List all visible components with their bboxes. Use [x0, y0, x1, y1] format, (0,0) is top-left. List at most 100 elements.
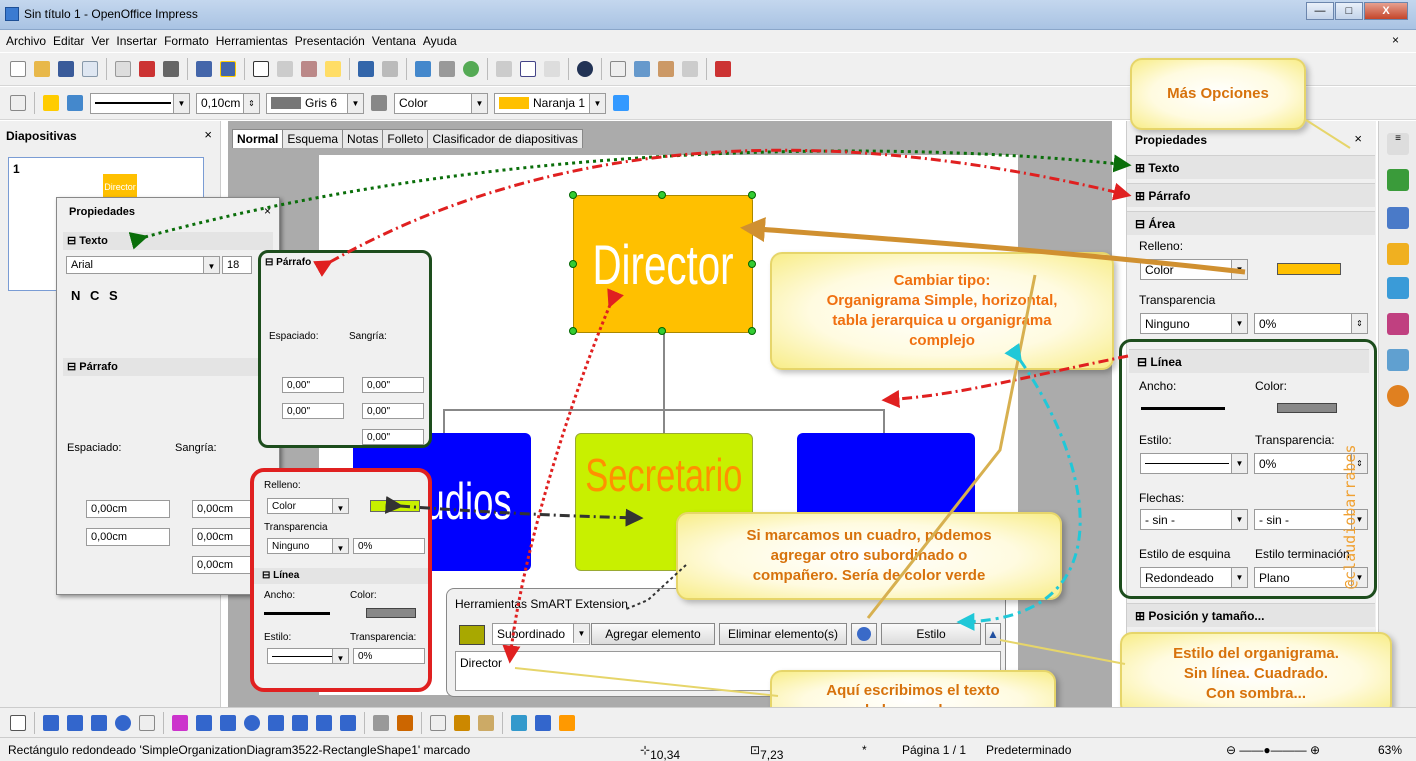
- arrow-start-select[interactable]: - sin - ▼: [1140, 509, 1248, 530]
- table-icon[interactable]: [439, 61, 455, 77]
- sidebar-menu-icon[interactable]: ≡: [1387, 133, 1409, 155]
- font-size-select[interactable]: 18: [222, 256, 252, 274]
- connector-icon[interactable]: [196, 715, 212, 731]
- corner-style-select[interactable]: Redondeado ▼: [1140, 567, 1248, 588]
- parrafo-sub-v2[interactable]: 0,00": [362, 377, 424, 393]
- line-style-select[interactable]: ▼: [90, 92, 190, 114]
- align-icon[interactable]: [535, 715, 551, 731]
- points-icon[interactable]: [373, 715, 389, 731]
- insert-image-icon[interactable]: [454, 715, 470, 731]
- line-style-combo[interactable]: ▼: [1140, 453, 1248, 474]
- block-arrows-icon[interactable]: [268, 715, 284, 731]
- callouts-icon[interactable]: [316, 715, 332, 731]
- line-width-preview[interactable]: [1141, 407, 1225, 410]
- new-document-icon[interactable]: [10, 61, 26, 77]
- line-icon[interactable]: [43, 95, 59, 111]
- line-width-input[interactable]: 0,10cm ⇕: [196, 92, 260, 114]
- area-icon[interactable]: [371, 95, 387, 111]
- cut-icon[interactable]: [253, 61, 269, 77]
- gallery-insert-icon[interactable]: [478, 715, 494, 731]
- close-document-icon[interactable]: ×: [1392, 33, 1399, 47]
- menu-insertar[interactable]: Insertar: [116, 34, 157, 48]
- arrange-icon[interactable]: [559, 715, 575, 731]
- master-pages-icon[interactable]: [1387, 207, 1409, 229]
- float-section-texto[interactable]: ⊟ Texto: [63, 232, 273, 250]
- slides-panel-close[interactable]: ×: [204, 127, 212, 142]
- properties-deck-icon[interactable]: [1387, 169, 1409, 191]
- menu-editar[interactable]: Editar: [53, 34, 84, 48]
- custom-animation-icon[interactable]: [1387, 243, 1409, 265]
- spellcheck-icon[interactable]: [196, 61, 212, 77]
- tab-normal[interactable]: Normal: [232, 129, 284, 148]
- text-tool-icon[interactable]: [139, 715, 155, 731]
- email-icon[interactable]: [82, 61, 98, 77]
- save-icon[interactable]: [58, 61, 74, 77]
- float-spacing-above[interactable]: 0,00cm: [86, 500, 170, 518]
- parrafo-sub-v5[interactable]: 0,00": [362, 429, 424, 445]
- export-pdf-icon[interactable]: [139, 61, 155, 77]
- layouts-icon[interactable]: [1387, 313, 1409, 335]
- line-tool-icon[interactable]: [43, 715, 59, 731]
- transparency-value[interactable]: 0% ⇕: [1254, 313, 1368, 334]
- gallery-icon[interactable]: [463, 61, 479, 77]
- stars-icon[interactable]: [340, 715, 356, 731]
- area-sub-transp-pct[interactable]: 0%: [353, 538, 425, 554]
- glue-points-icon[interactable]: [397, 715, 413, 731]
- smart-color-swatch[interactable]: [459, 625, 485, 645]
- paste-icon[interactable]: [301, 61, 317, 77]
- area-style-select[interactable]: Color ▼: [394, 92, 488, 114]
- float-section-parrafo[interactable]: ⊟ Párrafo: [63, 358, 273, 376]
- section-area[interactable]: ⊟ Área: [1127, 211, 1375, 235]
- float-panel-close[interactable]: ×: [264, 204, 271, 218]
- clone-format-icon[interactable]: [325, 61, 341, 77]
- tab-clasificador[interactable]: Clasificador de diapositivas: [427, 129, 583, 148]
- presentation-start-icon[interactable]: [715, 61, 731, 77]
- parrafo-sub-v3[interactable]: 0,00": [282, 403, 344, 419]
- redo-icon[interactable]: [382, 61, 398, 77]
- section-parrafo[interactable]: ⊞ Párrafo: [1127, 183, 1375, 207]
- rectangle-icon[interactable]: [91, 715, 107, 731]
- curve-icon[interactable]: [172, 715, 188, 731]
- tab-notas[interactable]: Notas: [342, 129, 384, 148]
- gallery-deck-icon[interactable]: [1387, 349, 1409, 371]
- print-icon[interactable]: [163, 61, 179, 77]
- properties-close[interactable]: ×: [1354, 131, 1362, 146]
- fontwork-icon[interactable]: [430, 715, 446, 731]
- slide-design-icon[interactable]: [634, 61, 650, 77]
- section-posicion[interactable]: ⊞ Posición y tamaño...: [1127, 603, 1375, 627]
- rotate-icon[interactable]: [511, 715, 527, 731]
- line-color-select[interactable]: Gris 6 ▼: [266, 92, 364, 114]
- fill-color-swatch[interactable]: [1277, 263, 1341, 275]
- area-sub-fill-color[interactable]: [370, 500, 420, 512]
- arrow-style-icon[interactable]: [67, 95, 83, 111]
- fill-type-select[interactable]: Color ▼: [1140, 259, 1248, 280]
- float-spacing-below[interactable]: 0,00cm: [86, 528, 170, 546]
- zoom-slider[interactable]: ⊖ ——●——— ⊕: [1226, 743, 1320, 757]
- line-color-swatch[interactable]: [1277, 403, 1337, 413]
- tab-esquema[interactable]: Esquema: [282, 129, 344, 148]
- menu-archivo[interactable]: Archivo: [6, 34, 46, 48]
- symbol-shapes-icon[interactable]: [244, 715, 260, 731]
- area-sub-fill-type[interactable]: Color ▼: [267, 498, 349, 514]
- remove-element-button[interactable]: Eliminar elemento(s): [719, 623, 847, 645]
- presentation-icon[interactable]: [682, 61, 698, 77]
- slide-layout-icon[interactable]: [658, 61, 674, 77]
- area-sub-transp-mode[interactable]: Ninguno ▼: [267, 538, 349, 554]
- slide-transition-icon[interactable]: [1387, 277, 1409, 299]
- menu-presentacion[interactable]: Presentación: [295, 34, 365, 48]
- parrafo-sub-v4[interactable]: 0,00": [362, 403, 424, 419]
- transparency-mode-select[interactable]: Ninguno ▼: [1140, 313, 1248, 334]
- autospell-icon[interactable]: [220, 61, 236, 77]
- menu-ventana[interactable]: Ventana: [372, 34, 416, 48]
- slide-icon[interactable]: [610, 61, 626, 77]
- draw-functions-icon[interactable]: [520, 61, 536, 77]
- edit-file-icon[interactable]: [115, 61, 131, 77]
- menu-herramientas[interactable]: Herramientas: [216, 34, 288, 48]
- basic-shapes-icon[interactable]: [220, 715, 236, 731]
- flowchart-icon[interactable]: [292, 715, 308, 731]
- tab-folleto[interactable]: Folleto: [382, 129, 429, 148]
- parrafo-sub-v1[interactable]: 0,00": [282, 377, 344, 393]
- area-sub-transp-value[interactable]: 0%: [353, 648, 425, 664]
- fill-color-select[interactable]: Naranja 1 ▼: [494, 92, 606, 114]
- menu-formato[interactable]: Formato: [164, 34, 209, 48]
